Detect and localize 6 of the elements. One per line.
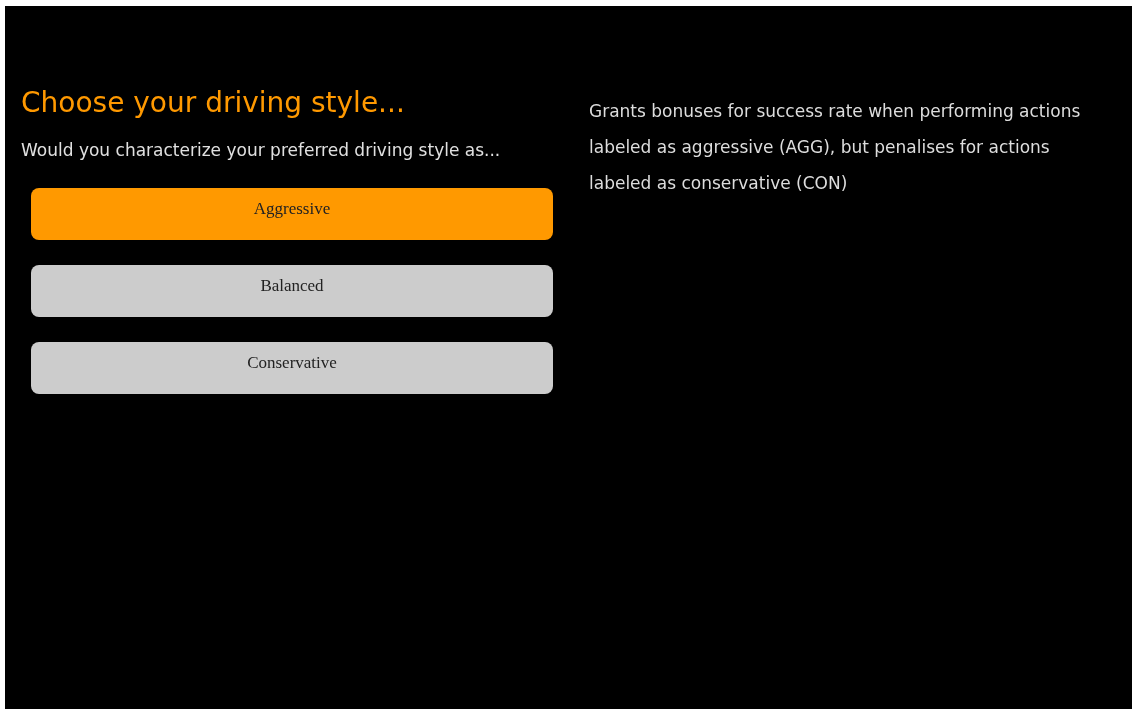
page-title: Choose your driving style... [21, 85, 405, 121]
option-button[interactable]: Conservative [31, 341, 553, 394]
option-button[interactable]: Aggressive [31, 187, 553, 240]
question-text: Would you characterize your preferred driving style as... [21, 139, 501, 162]
description-text: Grants bonuses for success rate when performing actions labeled as aggressive (AGG), but penalises for actions labeled as conservative (CON) [589, 100, 1082, 195]
option-button[interactable]: Balanced [31, 264, 553, 317]
